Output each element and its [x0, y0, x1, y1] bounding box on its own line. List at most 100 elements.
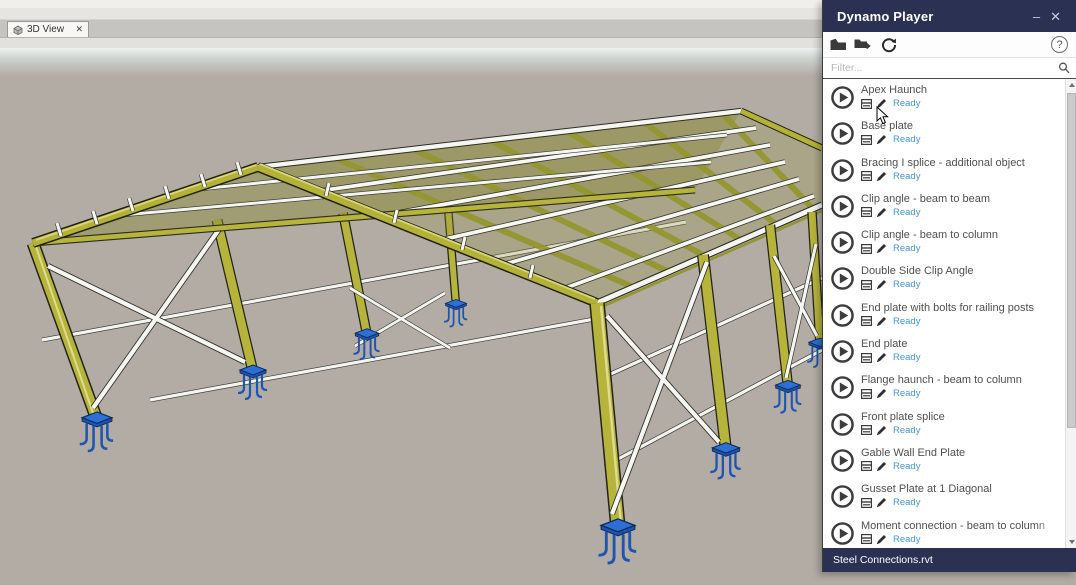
script-title: Double Side Clip Angle: [861, 264, 1062, 278]
edit-pencil-icon[interactable]: [876, 497, 887, 508]
script-list-item[interactable]: End plate with bolts for railing posts R…: [831, 301, 1062, 337]
script-list-item[interactable]: Apex Haunch Ready: [831, 83, 1062, 119]
play-icon[interactable]: [831, 340, 854, 363]
play-icon[interactable]: [831, 159, 854, 182]
edit-pencil-icon[interactable]: [876, 171, 887, 182]
script-list-item[interactable]: End plate Ready: [831, 337, 1062, 373]
script-title: Bracing I splice - additional object: [861, 156, 1062, 170]
script-list-item[interactable]: Moment connection - beam to column Ready: [831, 519, 1062, 548]
script-list-item[interactable]: Base plate Ready: [831, 119, 1062, 155]
script-list: Apex Haunch Ready Base plate: [823, 79, 1076, 548]
play-icon[interactable]: [831, 522, 854, 545]
edit-pencil-icon[interactable]: [876, 207, 887, 218]
play-icon[interactable]: [831, 267, 854, 290]
script-title: Clip angle - beam to beam: [861, 192, 1062, 206]
tab-close-icon[interactable]: ✕: [75, 25, 83, 34]
script-title: Gusset Plate at 1 Diagonal: [861, 482, 1062, 496]
script-status: Ready: [893, 352, 920, 363]
script-title: Flange haunch - beam to column: [861, 373, 1062, 387]
open-folder-arrow-icon[interactable]: [854, 37, 874, 52]
script-list-item[interactable]: Flange haunch - beam to column Ready: [831, 373, 1062, 409]
inputs-icon[interactable]: [861, 316, 872, 326]
panel-toolbar: ?: [823, 32, 1076, 58]
script-list-item[interactable]: Gable Wall End Plate Ready: [831, 446, 1062, 482]
inputs-icon[interactable]: [861, 207, 872, 217]
inputs-icon[interactable]: [861, 534, 872, 544]
edit-pencil-icon[interactable]: [876, 98, 887, 109]
filter-row: [823, 58, 1076, 79]
edit-pencil-icon[interactable]: [876, 461, 887, 472]
current-document-name: Steel Connections.rvt: [833, 554, 933, 566]
play-icon[interactable]: [831, 449, 854, 472]
inputs-icon[interactable]: [861, 99, 872, 109]
script-title: End plate with bolts for railing posts: [861, 301, 1062, 315]
script-list-item[interactable]: Bracing I splice - additional object Rea…: [831, 156, 1062, 192]
filter-input[interactable]: [831, 62, 1058, 74]
scrollbar[interactable]: [1065, 79, 1076, 548]
script-title: Moment connection - beam to column: [861, 519, 1062, 533]
3d-view-icon: [13, 25, 23, 35]
script-list-item[interactable]: Gusset Plate at 1 Diagonal Ready: [831, 482, 1062, 518]
scroll-down-icon[interactable]: [1066, 536, 1076, 548]
play-icon[interactable]: [831, 485, 854, 508]
edit-pencil-icon[interactable]: [876, 388, 887, 399]
script-status: Ready: [893, 134, 920, 145]
inputs-icon[interactable]: [861, 353, 872, 363]
script-title: Base plate: [861, 119, 1062, 133]
close-icon[interactable]: ✕: [1045, 10, 1066, 23]
inputs-icon[interactable]: [861, 389, 872, 399]
script-status: Ready: [893, 316, 920, 327]
edit-pencil-icon[interactable]: [876, 279, 887, 290]
inputs-icon[interactable]: [861, 461, 872, 471]
script-status: Ready: [893, 461, 920, 472]
help-icon[interactable]: ?: [1051, 36, 1068, 53]
inputs-icon[interactable]: [861, 171, 872, 181]
panel-statusbar: Steel Connections.rvt: [823, 548, 1076, 572]
dynamo-player-panel: Dynamo Player – ✕ ?: [822, 0, 1076, 572]
minimize-icon[interactable]: –: [1028, 10, 1045, 23]
edit-pencil-icon[interactable]: [876, 316, 887, 327]
script-list-item[interactable]: Clip angle - beam to beam Ready: [831, 192, 1062, 228]
script-status: Ready: [893, 534, 920, 545]
tab-3d-view[interactable]: 3D View ✕: [7, 21, 89, 37]
script-title: Apex Haunch: [861, 83, 1062, 97]
script-list-item[interactable]: Front plate splice Ready: [831, 410, 1062, 446]
play-icon[interactable]: [831, 195, 854, 218]
script-title: End plate: [861, 337, 1062, 351]
script-list-item[interactable]: Double Side Clip Angle Ready: [831, 264, 1062, 300]
script-title: Front plate splice: [861, 410, 1062, 424]
tab-label: 3D View: [27, 24, 71, 35]
inputs-icon[interactable]: [861, 498, 872, 508]
script-title: Clip angle - beam to column: [861, 228, 1062, 242]
panel-title: Dynamo Player: [837, 9, 1028, 24]
inputs-icon[interactable]: [861, 244, 872, 254]
play-icon[interactable]: [831, 122, 854, 145]
script-status: Ready: [893, 171, 920, 182]
scroll-up-icon[interactable]: [1066, 79, 1076, 91]
play-icon[interactable]: [831, 304, 854, 327]
open-folder-icon[interactable]: [830, 38, 847, 51]
search-icon[interactable]: [1058, 62, 1070, 74]
panel-header[interactable]: Dynamo Player – ✕: [823, 0, 1076, 32]
edit-pencil-icon[interactable]: [876, 134, 887, 145]
script-status: Ready: [893, 497, 920, 508]
inputs-icon[interactable]: [861, 280, 872, 290]
inputs-icon[interactable]: [861, 135, 872, 145]
play-icon[interactable]: [831, 376, 854, 399]
script-title: Gable Wall End Plate: [861, 446, 1062, 460]
edit-pencil-icon[interactable]: [876, 425, 887, 436]
inputs-icon[interactable]: [861, 425, 872, 435]
script-status: Ready: [893, 425, 920, 436]
play-icon[interactable]: [831, 86, 854, 109]
scrollbar-thumb[interactable]: [1067, 93, 1076, 428]
play-icon[interactable]: [831, 231, 854, 254]
edit-pencil-icon[interactable]: [876, 534, 887, 545]
refresh-icon[interactable]: [881, 37, 897, 53]
script-status: Ready: [893, 388, 920, 399]
edit-pencil-icon[interactable]: [876, 243, 887, 254]
script-status: Ready: [893, 98, 920, 109]
edit-pencil-icon[interactable]: [876, 352, 887, 363]
script-list-item[interactable]: Clip angle - beam to column Ready: [831, 228, 1062, 264]
play-icon[interactable]: [831, 413, 854, 436]
script-status: Ready: [893, 243, 920, 254]
